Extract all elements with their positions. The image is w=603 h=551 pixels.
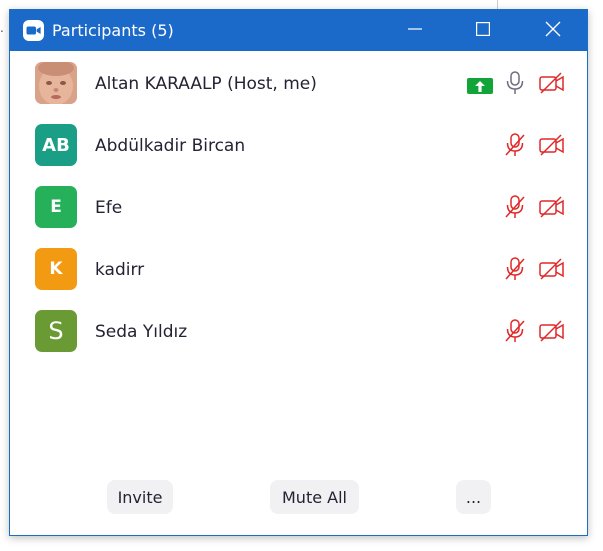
maximize-icon <box>476 21 491 40</box>
microphone-muted-icon[interactable] <box>501 317 529 345</box>
microphone-muted-icon[interactable] <box>501 131 529 159</box>
video-off-icon[interactable] <box>538 69 566 97</box>
minimize-button[interactable] <box>392 10 438 51</box>
video-off-icon[interactable] <box>538 317 566 345</box>
participant-name: Seda Yıldız <box>95 322 188 342</box>
participant-name: Efe <box>95 198 123 218</box>
avatar <box>35 62 77 104</box>
video-off-icon[interactable] <box>538 255 566 283</box>
zoom-camera-icon <box>23 20 44 41</box>
background-edge-text: . <box>0 21 4 35</box>
title-bar[interactable]: Participants (5) <box>10 10 587 51</box>
minimize-icon <box>408 21 422 40</box>
close-button[interactable] <box>530 10 576 51</box>
invite-button[interactable]: Invite <box>107 480 173 514</box>
screen-share-icon[interactable] <box>467 78 493 94</box>
maximize-button[interactable] <box>460 10 506 51</box>
participant-row[interactable]: AB Abdülkadir Bircan <box>10 113 587 175</box>
participant-row[interactable]: S Seda Yıldız <box>10 299 587 361</box>
close-icon <box>545 21 561 41</box>
avatar: AB <box>35 124 77 166</box>
participants-window: Participants (5) Altan KARAALP (Host, me… <box>9 9 588 536</box>
microphone-icon[interactable] <box>501 69 529 97</box>
participant-name: Altan KARAALP (Host, me) <box>95 74 317 94</box>
participant-name: Abdülkadir Bircan <box>95 136 246 156</box>
participant-row[interactable]: Altan KARAALP (Host, me) <box>10 51 587 113</box>
window-title: Participants (5) <box>52 21 174 40</box>
microphone-muted-icon[interactable] <box>501 193 529 221</box>
participant-name: kadirr <box>95 260 145 280</box>
video-off-icon[interactable] <box>538 193 566 221</box>
participant-row[interactable]: E Efe <box>10 175 587 237</box>
video-off-icon[interactable] <box>538 131 566 159</box>
avatar: S <box>35 310 77 352</box>
mute-all-button[interactable]: Mute All <box>270 480 359 514</box>
avatar-photo-icon <box>35 62 77 104</box>
more-options-button[interactable]: ... <box>456 480 491 514</box>
avatar: E <box>35 186 77 228</box>
avatar-initials: S <box>48 317 64 345</box>
participant-row[interactable]: K kadirr <box>10 237 587 299</box>
avatar: K <box>35 248 77 290</box>
avatar-initials: AB <box>42 134 70 156</box>
avatar-initials: E <box>50 197 62 217</box>
microphone-muted-icon[interactable] <box>501 255 529 283</box>
avatar-initials: K <box>49 259 63 279</box>
